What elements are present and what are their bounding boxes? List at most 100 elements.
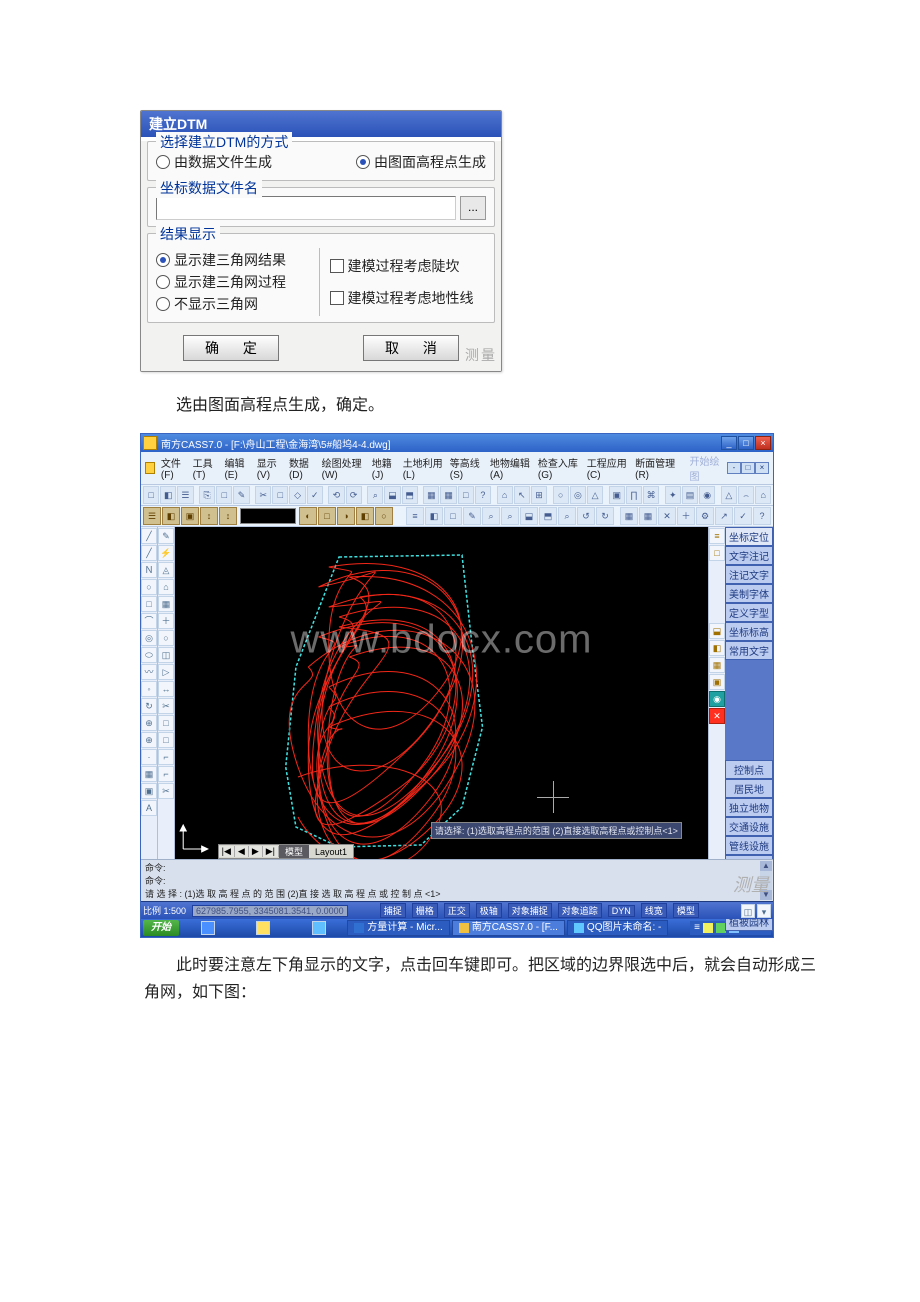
tray-expand-icon[interactable]: ≡: [694, 921, 700, 935]
modify-icon[interactable]: ↔: [158, 681, 174, 697]
draw-text-icon[interactable]: A: [141, 800, 157, 816]
toolbar-icon[interactable]: ⬒: [402, 486, 418, 504]
ok-button[interactable]: 确 定: [183, 335, 279, 361]
layer-icon[interactable]: ☰: [143, 507, 161, 525]
layer-icon[interactable]: ◧: [162, 507, 180, 525]
toolbar-icon[interactable]: □: [444, 507, 462, 525]
taskbar-item-qq[interactable]: QQ图片未命名: -: [567, 920, 668, 936]
tab-nav-first[interactable]: |◀: [219, 846, 235, 857]
toolbar-icon[interactable]: ✕: [658, 507, 676, 525]
layer-icon[interactable]: ◧: [356, 507, 374, 525]
draw-hatch-icon[interactable]: ▦: [141, 766, 157, 782]
menu-terrain[interactable]: 地籍(J): [372, 455, 397, 481]
modify-icon[interactable]: ◬: [158, 562, 174, 578]
layer-icon[interactable]: ◑: [337, 507, 355, 525]
minimize-button[interactable]: _: [721, 436, 737, 450]
toolbar-icon[interactable]: ▦: [423, 486, 439, 504]
toolbar-icon[interactable]: ▦: [639, 507, 657, 525]
toolbar-icon[interactable]: ⌂: [755, 486, 771, 504]
close-button[interactable]: ×: [755, 436, 771, 450]
tray-icon[interactable]: [703, 923, 713, 933]
layer-icon[interactable]: ▣: [181, 507, 199, 525]
layer-icon[interactable]: □: [318, 507, 336, 525]
draw-icon[interactable]: ◦: [141, 681, 157, 697]
status-snap[interactable]: 捕捉: [380, 903, 406, 918]
prop-icon[interactable]: □: [709, 545, 725, 561]
toolbar-icon[interactable]: ◎: [570, 486, 586, 504]
menu-plot[interactable]: 绘图处理(W): [322, 455, 366, 481]
toolbar-icon[interactable]: □: [458, 486, 474, 504]
modify-icon[interactable]: ◫: [158, 647, 174, 663]
modify-icon[interactable]: ⚡: [158, 545, 174, 561]
toolbar-icon[interactable]: ＋: [677, 507, 695, 525]
toolbar-icon[interactable]: ✓: [734, 507, 752, 525]
modify-icon[interactable]: ▷: [158, 664, 174, 680]
toolbar-icon[interactable]: ⎘: [199, 486, 215, 504]
draw-line-icon[interactable]: ╱: [141, 545, 157, 561]
status-osnap[interactable]: 对象捕捉: [508, 903, 552, 918]
prop-icon[interactable]: ≡: [709, 528, 725, 544]
prop-icon[interactable]: ▣: [709, 674, 725, 690]
toolbar-icon[interactable]: ○: [553, 486, 569, 504]
toolbar-icon[interactable]: ✎: [463, 507, 481, 525]
tab-nav-prev[interactable]: ◀: [235, 846, 249, 857]
draw-spline-icon[interactable]: 〰: [141, 664, 157, 680]
status-icon[interactable]: ◫: [741, 904, 755, 918]
toolbar-icon[interactable]: ↺: [577, 507, 595, 525]
mdi-restore[interactable]: □: [741, 462, 755, 474]
modify-icon[interactable]: ✂: [158, 783, 174, 799]
menu-data[interactable]: 数据(D): [289, 455, 316, 481]
modify-icon[interactable]: □: [158, 715, 174, 731]
browse-button[interactable]: ...: [460, 196, 486, 220]
draw-arc-icon[interactable]: ⌒: [141, 613, 157, 629]
taskbar-item-word[interactable]: 方量计算 - Micr...: [347, 920, 450, 936]
status-otrack[interactable]: 对象追踪: [558, 903, 602, 918]
radio-from-file[interactable]: 由数据文件生成: [156, 152, 272, 172]
panel-btn-style[interactable]: 定义字型: [725, 603, 773, 622]
panel-btn-coord[interactable]: 坐标定位: [725, 527, 773, 546]
draw-polyline-icon[interactable]: Ｎ: [141, 562, 157, 578]
draw-circle-icon[interactable]: ○: [141, 579, 157, 595]
toolbar-icon[interactable]: ⟲: [328, 486, 344, 504]
scroll-up-icon[interactable]: ▲: [760, 861, 772, 871]
draw-point-icon[interactable]: ·: [141, 749, 157, 765]
maximize-button[interactable]: □: [738, 436, 754, 450]
toolbar-icon[interactable]: ✂: [255, 486, 271, 504]
toolbar-icon[interactable]: ◧: [160, 486, 176, 504]
toolbar-icon[interactable]: ⌕: [367, 486, 383, 504]
draw-icon[interactable]: ⊕: [141, 715, 157, 731]
quicklaunch-icon[interactable]: [312, 921, 326, 935]
modify-icon[interactable]: ⌐: [158, 749, 174, 765]
toolbar-icon[interactable]: ↖: [514, 486, 530, 504]
radio-show-tri-result[interactable]: 显示建三角网结果: [156, 250, 313, 270]
layer-icon[interactable]: ◐: [299, 507, 317, 525]
menu-check[interactable]: 检查入库(G): [538, 455, 581, 481]
prop-icon[interactable]: ◉: [709, 691, 725, 707]
toolbar-icon[interactable]: ✦: [665, 486, 681, 504]
panel-btn-freq[interactable]: 常用文字: [725, 641, 773, 660]
menu-tool[interactable]: 工具(T): [193, 455, 219, 481]
toolbar-icon[interactable]: ?: [753, 507, 771, 525]
toolbar-icon[interactable]: ▦: [440, 486, 456, 504]
toolbar-icon[interactable]: ⌕: [558, 507, 576, 525]
status-model[interactable]: 模型: [673, 903, 699, 918]
status-grid[interactable]: 栅格: [412, 903, 438, 918]
radio-from-points[interactable]: 由图面高程点生成: [356, 152, 486, 172]
toolbar-icon[interactable]: △: [721, 486, 737, 504]
status-polar[interactable]: 极轴: [476, 903, 502, 918]
panel-btn-r3[interactable]: 独立地物: [725, 798, 773, 817]
toolbar-icon[interactable]: ?: [475, 486, 491, 504]
menu-engineer[interactable]: 工程应用(C): [587, 455, 629, 481]
toolbar-icon[interactable]: ⌘: [643, 486, 659, 504]
file-path-input[interactable]: [156, 196, 456, 220]
panel-btn-r4[interactable]: 交通设施: [725, 817, 773, 836]
toolbar-icon[interactable]: □: [216, 486, 232, 504]
toolbar-icon[interactable]: ◉: [699, 486, 715, 504]
panel-btn-anno[interactable]: 注记文字: [725, 565, 773, 584]
modify-icon[interactable]: □: [158, 732, 174, 748]
radio-show-tri-process[interactable]: 显示建三角网过程: [156, 272, 313, 292]
toolbar-icon[interactable]: □: [143, 486, 159, 504]
check-terrain-line[interactable]: 建模过程考虑地性线: [330, 288, 487, 308]
menu-edit[interactable]: 编辑(E): [224, 455, 250, 481]
modify-icon[interactable]: ▦: [158, 596, 174, 612]
